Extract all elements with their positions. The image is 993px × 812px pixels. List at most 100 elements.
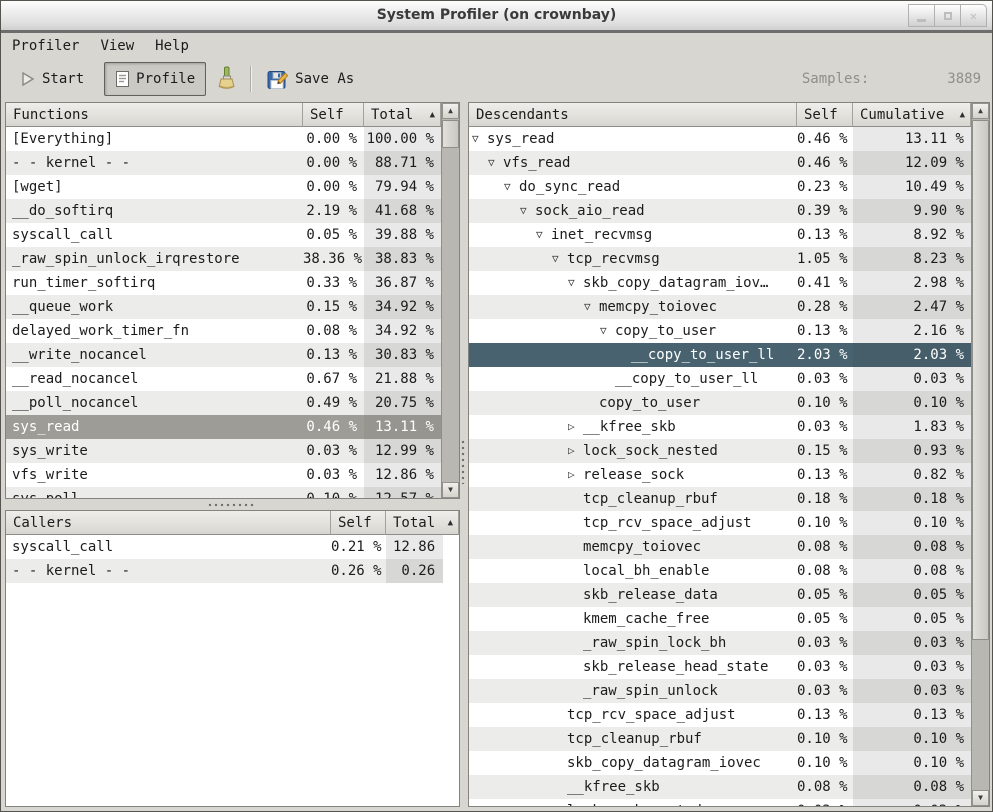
table-row[interactable]: ▽sock_aio_read0.39 %9.90 % (469, 199, 971, 223)
column-header-functions[interactable]: Functions (6, 103, 303, 127)
menu-profiler[interactable]: Profiler (12, 38, 79, 54)
function-name: delayed_work_timer_fn (6, 319, 303, 343)
table-row[interactable]: tcp_cleanup_rbuf0.10 %0.10 % (469, 727, 971, 751)
clear-button[interactable] (212, 62, 241, 96)
maximize-button[interactable] (934, 4, 961, 27)
table-row[interactable]: sys_read0.46 %13.11 % (6, 415, 441, 439)
table-row[interactable]: tcp_rcv_space_adjust0.13 %0.13 % (469, 703, 971, 727)
save-as-button[interactable]: Save As (261, 62, 360, 96)
expander-open-icon[interactable]: ▽ (504, 175, 519, 199)
expander-open-icon[interactable]: ▽ (584, 295, 599, 319)
scroll-up-button[interactable]: ▲ (972, 103, 989, 119)
table-row[interactable]: - - kernel - -0.00 %88.71 % (6, 151, 441, 175)
table-row[interactable]: ▽do_sync_read0.23 %10.49 % (469, 175, 971, 199)
table-row[interactable]: ▽vfs_read0.46 %12.09 % (469, 151, 971, 175)
table-row[interactable]: __queue_work0.15 %34.92 % (6, 295, 441, 319)
function-name: __queue_work (6, 295, 303, 319)
scroll-down-button[interactable]: ▼ (972, 790, 989, 806)
expander-closed-icon[interactable]: ▷ (568, 463, 583, 487)
column-header-cumulative[interactable]: Cumulative▲ (853, 103, 971, 127)
title-bar[interactable]: System Profiler (on crownbay) ✕ (1, 1, 992, 33)
scrollbar-thumb[interactable] (972, 120, 989, 640)
table-row[interactable]: ▷lock_sock_nested0.15 %0.93 % (469, 439, 971, 463)
column-header-self[interactable]: Self (797, 103, 853, 127)
table-row[interactable]: ▽skb_copy_datagram_iov…0.41 %2.98 % (469, 271, 971, 295)
table-row[interactable]: delayed_work_timer_fn0.08 %34.92 % (6, 319, 441, 343)
descendants-scrollbar[interactable]: ▲ ▼ (971, 103, 989, 806)
expander-open-icon[interactable]: ▽ (472, 127, 487, 151)
expander-open-icon[interactable]: ▽ (568, 271, 583, 295)
horizontal-splitter[interactable] (208, 503, 256, 508)
table-row[interactable]: __copy_to_user_ll0.03 %0.03 % (469, 367, 971, 391)
table-row[interactable]: ▷release_sock0.13 %0.82 % (469, 463, 971, 487)
table-row[interactable]: ▽tcp_recvmsg1.05 %8.23 % (469, 247, 971, 271)
expander-closed-icon[interactable]: ▷ (568, 439, 583, 463)
table-row[interactable]: vfs_write0.03 %12.86 % (6, 463, 441, 487)
table-row[interactable]: [Everything]0.00 %100.00 % (6, 127, 441, 151)
table-row[interactable]: __copy_to_user_ll2.03 %2.03 % (469, 343, 971, 367)
table-row[interactable]: skb_copy_datagram_iovec0.10 %0.10 % (469, 751, 971, 775)
profile-button[interactable]: Profile (104, 62, 206, 96)
menu-view[interactable]: View (100, 38, 134, 54)
table-row[interactable]: [wget]0.00 %79.94 % (6, 175, 441, 199)
menu-help[interactable]: Help (155, 38, 189, 54)
expander-open-icon[interactable]: ▽ (600, 319, 615, 343)
start-button[interactable]: Start (14, 62, 90, 96)
table-row[interactable]: skb_release_head_state0.03 %0.03 % (469, 655, 971, 679)
total-value: 0.05 % (853, 607, 971, 631)
table-row[interactable]: - - kernel - -0.26 %0.26 % (6, 559, 443, 583)
expander-open-icon[interactable]: ▽ (488, 151, 503, 175)
table-row[interactable]: tcp_rcv_space_adjust0.10 %0.10 % (469, 511, 971, 535)
expander-open-icon[interactable]: ▽ (552, 247, 567, 271)
table-row[interactable]: sys_write0.03 %12.99 % (6, 439, 441, 463)
table-row[interactable]: __poll_nocancel0.49 %20.75 % (6, 391, 441, 415)
table-row[interactable]: _raw_spin_unlock0.03 %0.03 % (469, 679, 971, 703)
table-row[interactable]: copy_to_user0.10 %0.10 % (469, 391, 971, 415)
table-row[interactable]: memcpy_toiovec0.08 %0.08 % (469, 535, 971, 559)
expander-closed-icon[interactable]: ▷ (568, 415, 583, 439)
table-row[interactable]: __read_nocancel0.67 %21.88 % (6, 367, 441, 391)
table-row[interactable]: __do_softirq2.19 %41.68 % (6, 199, 441, 223)
column-header-self[interactable]: Self (303, 103, 364, 127)
table-row[interactable]: __kfree_skb0.08 %0.08 % (469, 775, 971, 799)
close-button[interactable]: ✕ (960, 4, 987, 27)
table-row[interactable]: ▽inet_recvmsg0.13 %8.92 % (469, 223, 971, 247)
column-header-descendants[interactable]: Descendants (469, 103, 797, 127)
table-row[interactable]: ▷__kfree_skb0.03 %1.83 % (469, 415, 971, 439)
total-value: 36.87 % (364, 271, 441, 295)
table-row[interactable]: ▽sys_read0.46 %13.11 % (469, 127, 971, 151)
table-row[interactable]: run_timer_softirq0.33 %36.87 % (6, 271, 441, 295)
expander-open-icon[interactable]: ▽ (536, 223, 551, 247)
column-header-total[interactable]: Total▲ (386, 511, 459, 535)
table-row[interactable]: _raw_spin_unlock_irqrestore38.36 %38.83 … (6, 247, 441, 271)
table-row[interactable]: __write_nocancel0.13 %30.83 % (6, 343, 441, 367)
functions-panel: Functions Self Total▲ [Everything]0.00 %… (5, 102, 460, 499)
table-row[interactable]: tcp_cleanup_rbuf0.18 %0.18 % (469, 487, 971, 511)
function-name: memcpy_toiovec (469, 535, 797, 559)
tree-indent (472, 523, 568, 524)
column-header-self[interactable]: Self (331, 511, 386, 535)
scrollbar-thumb[interactable] (442, 120, 459, 148)
functions-scrollbar[interactable]: ▲ ▼ (441, 103, 459, 498)
window-controls: ✕ (909, 4, 987, 27)
main-area: Functions Self Total▲ [Everything]0.00 %… (1, 100, 992, 811)
scroll-up-button[interactable]: ▲ (442, 103, 459, 119)
column-header-total[interactable]: Total▲ (364, 103, 441, 127)
table-row[interactable]: ▽memcpy_toiovec0.28 %2.47 % (469, 295, 971, 319)
minimize-button[interactable] (908, 4, 935, 27)
table-row[interactable]: ▽copy_to_user0.13 %2.16 % (469, 319, 971, 343)
table-row[interactable]: lock_sock_nested0.03 %0.03 % (469, 799, 971, 806)
table-row[interactable]: local_bh_enable0.08 %0.08 % (469, 559, 971, 583)
table-row[interactable]: kmem_cache_free0.05 %0.05 % (469, 607, 971, 631)
self-value: 0.00 % (303, 151, 364, 175)
table-row[interactable]: syscall_call0.21 %12.86 % (6, 535, 443, 559)
column-header-callers[interactable]: Callers (6, 511, 331, 535)
self-value: 0.08 % (797, 559, 853, 583)
scroll-down-button[interactable]: ▼ (442, 482, 459, 498)
table-row[interactable]: _raw_spin_lock_bh0.03 %0.03 % (469, 631, 971, 655)
expander-open-icon[interactable]: ▽ (520, 199, 535, 223)
table-row[interactable]: sys_poll0.10 %12.57 % (6, 487, 441, 498)
table-row[interactable]: skb_release_data0.05 %0.05 % (469, 583, 971, 607)
table-row[interactable]: syscall_call0.05 %39.88 % (6, 223, 441, 247)
vertical-splitter[interactable] (461, 440, 466, 484)
